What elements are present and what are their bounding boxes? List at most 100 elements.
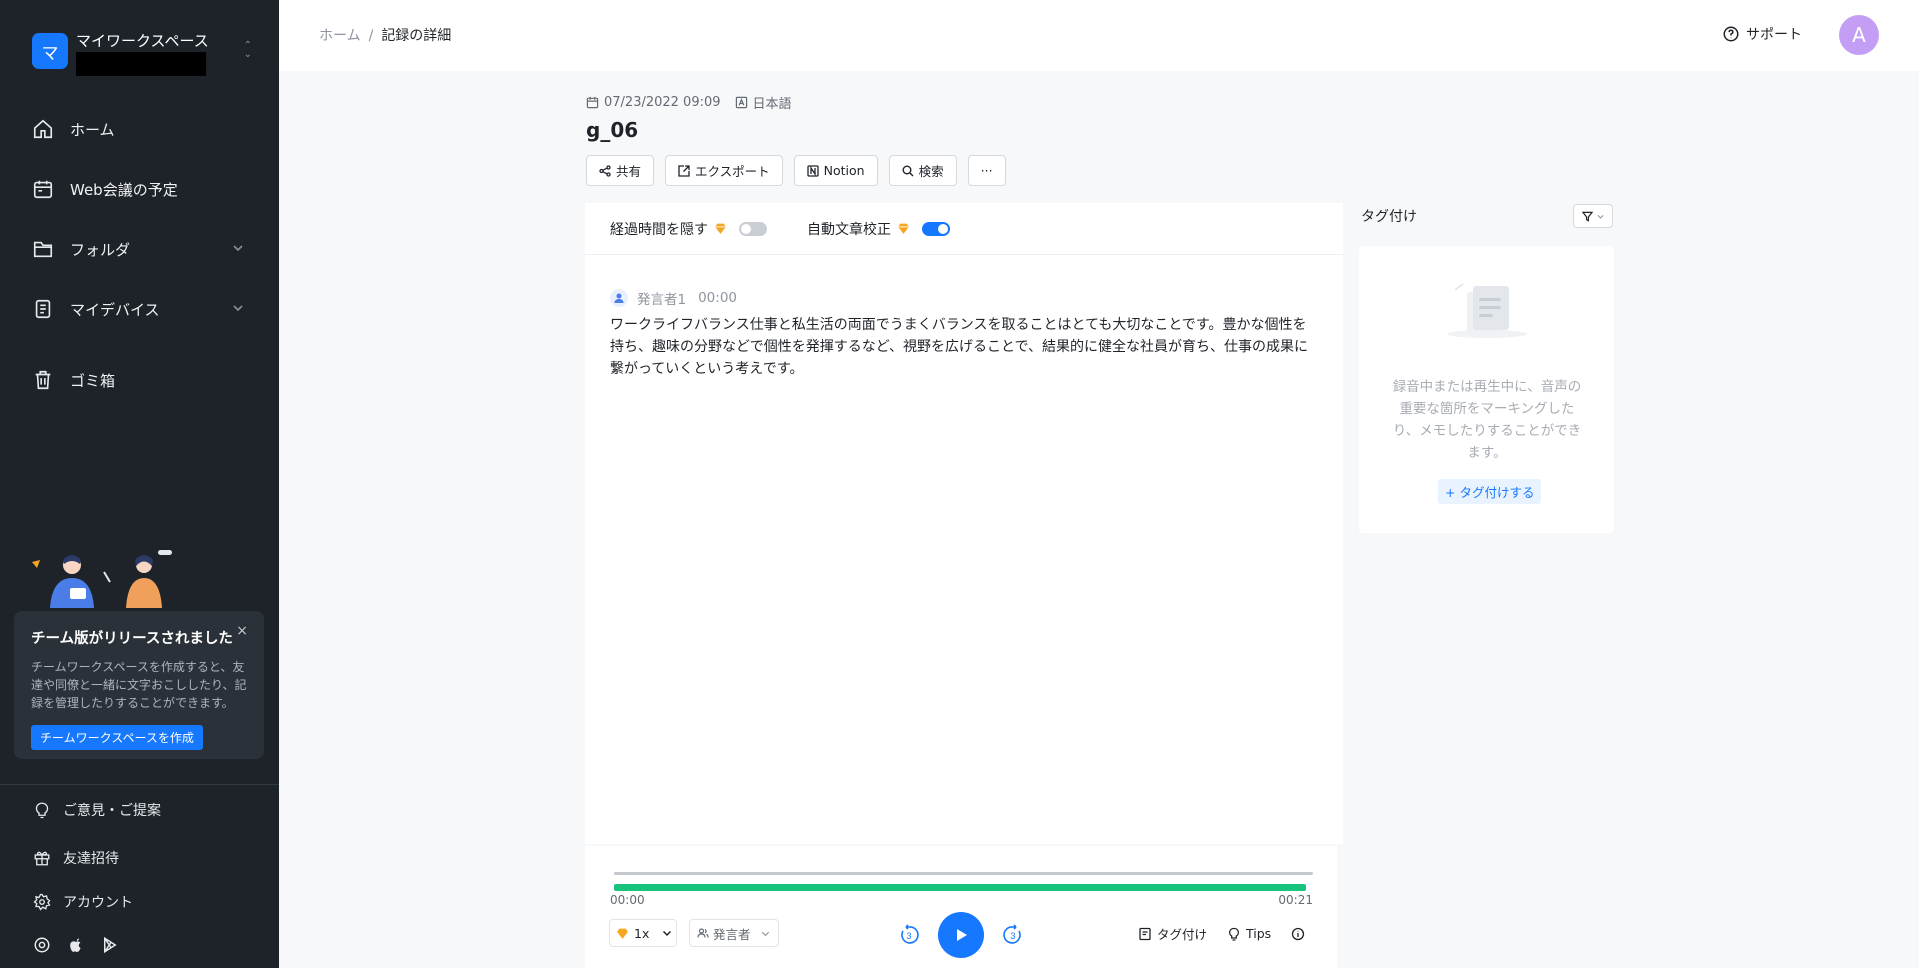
chevron-down-icon: [663, 930, 672, 937]
nav-trash-label: ゴミ箱: [70, 371, 116, 390]
lightbulb-icon: [1228, 927, 1240, 941]
hide-time-toggle[interactable]: [739, 221, 767, 236]
user-icon: [610, 289, 628, 307]
filter-icon: [1581, 211, 1593, 222]
chrome-icon[interactable]: [33, 936, 51, 954]
export-icon: [678, 164, 690, 177]
forward-3s-icon[interactable]: 3: [1002, 924, 1024, 946]
svg-text:3: 3: [906, 931, 911, 941]
notion-icon: [807, 164, 819, 177]
close-icon[interactable]: ×: [236, 623, 248, 639]
current-time: 00:00: [610, 893, 645, 907]
avatar[interactable]: A: [1839, 15, 1879, 55]
nav-devices-label: マイデバイス: [70, 300, 160, 319]
account-label: アカウント: [63, 895, 133, 911]
audio-player: 00:00 00:21 1x 発言者 3 3 タグ付け Tips: [585, 846, 1337, 968]
home-icon: [33, 119, 53, 139]
hide-time-label: 経過時間を隠す: [610, 221, 708, 238]
nav-home-label: ホーム: [70, 120, 115, 139]
google-play-icon[interactable]: [101, 936, 119, 954]
device-icon: [35, 299, 51, 319]
tips-button[interactable]: Tips: [1227, 926, 1271, 941]
help-icon: [1723, 26, 1739, 42]
breadcrumb: ホーム / 記録の詳細: [319, 25, 451, 45]
trash-icon: [35, 370, 51, 390]
duration: 00:21: [1278, 893, 1313, 907]
chevron-down-icon: [1597, 214, 1603, 219]
speaker-time[interactable]: 00:00: [698, 290, 737, 306]
share-label: 共有: [616, 164, 642, 179]
team-release-card: チーム版がリリースされました × チームワークスペースを作成すると、友達や同僚と…: [14, 611, 264, 759]
export-button[interactable]: エクスポート: [665, 155, 783, 186]
calendar-icon: [586, 96, 599, 109]
tag-filter-button[interactable]: [1573, 204, 1613, 228]
waveform-track[interactable]: [614, 872, 1313, 875]
record-datetime: 07/23/2022 09:09: [604, 95, 721, 110]
player-tag-label: タグ付け: [1157, 927, 1208, 942]
breadcrumb-home[interactable]: ホーム: [319, 28, 361, 44]
folder-icon: [33, 241, 53, 258]
lightbulb-icon: [35, 802, 49, 819]
premium-gem-icon: [715, 223, 726, 234]
chevron-down-icon: [761, 931, 769, 936]
sidebar: マ マイワークスペース ⌃ ⌄ ホーム Web会議の予定 フォルダ マイデバイス …: [0, 0, 279, 968]
workspace-switcher[interactable]: マ マイワークスペース ⌃ ⌄: [32, 33, 252, 76]
notion-button[interactable]: Notion: [793, 155, 878, 186]
tag-panel-title: タグ付け: [1361, 209, 1417, 225]
switch-icon[interactable]: ⌃ ⌄: [244, 41, 252, 60]
apple-icon[interactable]: [67, 936, 85, 954]
speaker-filter-select[interactable]: 発言者: [689, 919, 779, 947]
chevron-down-icon[interactable]: [231, 241, 245, 255]
chevron-down-icon[interactable]: [231, 301, 245, 315]
nav-devices[interactable]: マイデバイス: [0, 286, 279, 332]
player-tag-button[interactable]: タグ付け: [1138, 924, 1207, 943]
create-team-workspace-button[interactable]: チームワークスペースを作成: [31, 725, 203, 750]
account-link[interactable]: アカウント: [33, 892, 133, 912]
promo-title: チーム版がリリースされました: [31, 631, 233, 647]
users-icon: [697, 928, 709, 938]
auto-correct-label: 自動文章校正: [807, 221, 891, 238]
invite-label: 友達招待: [63, 851, 119, 867]
info-icon[interactable]: [1291, 927, 1305, 941]
nav-folder[interactable]: フォルダ: [0, 226, 279, 272]
speaker-name[interactable]: 発言者1: [637, 288, 686, 308]
playback-controls: 3 3: [898, 912, 1024, 958]
workspace-logo: マ: [32, 33, 68, 69]
feedback-label: ご意見・ご提案: [63, 803, 161, 819]
player-tools: タグ付け Tips: [1138, 924, 1310, 943]
auto-correct-toggle[interactable]: [922, 221, 950, 236]
nav-folder-label: フォルダ: [70, 240, 131, 259]
speed-value: 1x: [634, 925, 650, 941]
more-button[interactable]: ···: [967, 155, 1006, 186]
progress-bar[interactable]: [614, 884, 1306, 891]
support-link[interactable]: サポート: [1722, 24, 1802, 44]
rewind-3s-icon[interactable]: 3: [898, 924, 920, 946]
search-button[interactable]: 検索: [888, 155, 957, 186]
nav-trash[interactable]: ゴミ箱: [0, 357, 279, 403]
premium-gem-icon: [898, 223, 909, 234]
top-header: ホーム / 記録の詳細 サポート A: [279, 0, 1919, 71]
record-language: 日本語: [752, 97, 792, 112]
export-label: エクスポート: [695, 164, 770, 179]
tag-icon: [1139, 927, 1151, 940]
empty-document-illustration: [1447, 283, 1527, 338]
play-button[interactable]: [938, 912, 984, 958]
search-icon: [902, 165, 914, 176]
gear-icon: [33, 893, 51, 911]
search-label: 検索: [918, 164, 944, 179]
calendar-icon: [33, 180, 53, 199]
play-icon: [957, 929, 967, 941]
playback-speed-select[interactable]: 1x: [609, 919, 677, 947]
nav-home[interactable]: ホーム: [0, 106, 279, 152]
sidebar-divider: [0, 784, 279, 785]
record-toolbar: 共有 エクスポート Notion 検索 ···: [586, 155, 1006, 186]
nav-meetings[interactable]: Web会議の予定: [0, 166, 279, 212]
breadcrumb-separator: /: [368, 28, 374, 44]
team-illustration: [32, 550, 172, 608]
add-tag-button[interactable]: + タグ付けする: [1438, 479, 1542, 504]
feedback-link[interactable]: ご意見・ご提案: [33, 800, 161, 820]
transcript-options: 経過時間を隠す 自動文章校正: [585, 203, 1343, 255]
share-button[interactable]: 共有: [586, 155, 655, 186]
invite-link[interactable]: 友達招待: [33, 848, 119, 868]
transcript-text[interactable]: ワークライフバランス仕事と私生活の両面でうまくバランスを取ることはとても大切なこ…: [610, 314, 1320, 380]
